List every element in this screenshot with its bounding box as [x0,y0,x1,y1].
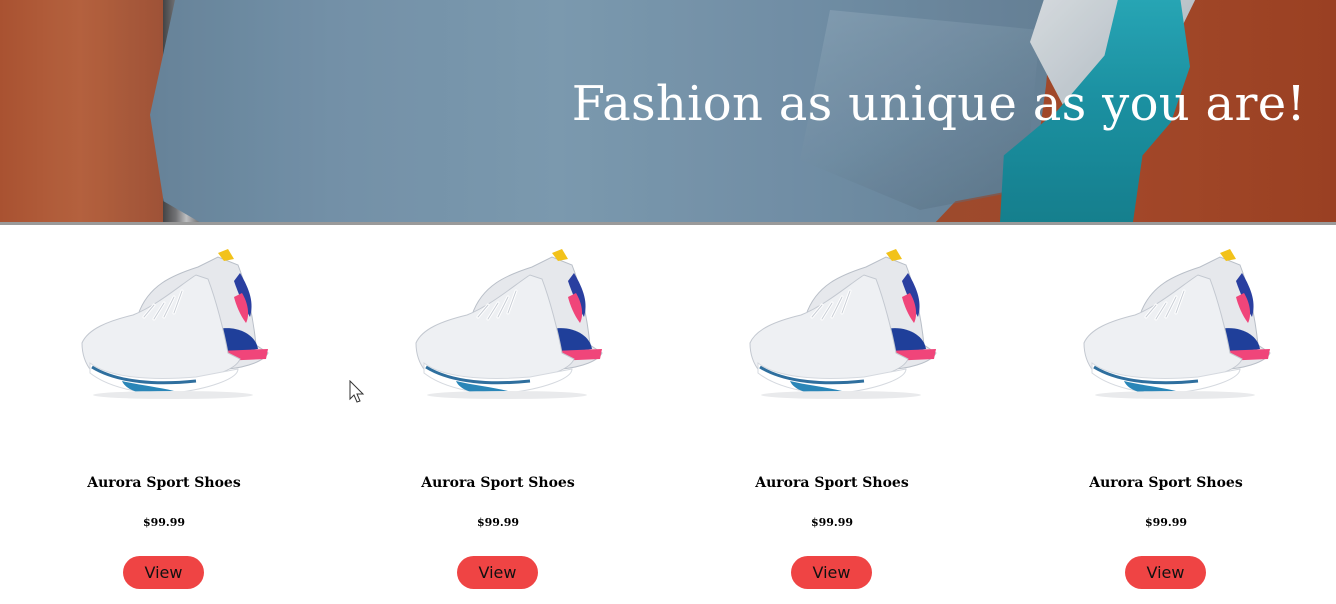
product-grid: Aurora Sport Shoes $99.99 View Aurora Sp… [0,225,1336,604]
view-button[interactable]: View [123,556,204,589]
product-name: Aurora Sport Shoes [755,475,909,491]
product-card: Aurora Sport Shoes $99.99 View [334,225,668,604]
product-card: Aurora Sport Shoes $99.99 View [668,225,1002,604]
view-button[interactable]: View [1125,556,1206,589]
sneaker-image[interactable] [412,245,608,401]
sneaker-image[interactable] [78,245,274,401]
sneaker-image[interactable] [746,245,942,401]
product-price: $99.99 [810,516,854,529]
hero-banner: Fashion as unique as you are! [0,0,1336,222]
hero-title: Fashion as unique as you are! [571,76,1306,132]
mouse-pointer-icon [349,380,365,404]
product-name: Aurora Sport Shoes [87,475,241,491]
view-button[interactable]: View [457,556,538,589]
product-name: Aurora Sport Shoes [1089,475,1243,491]
product-price: $99.99 [1144,516,1188,529]
sneaker-image[interactable] [1080,245,1276,401]
product-name: Aurora Sport Shoes [421,475,575,491]
product-card: Aurora Sport Shoes $99.99 View [1002,225,1336,604]
view-button[interactable]: View [791,556,872,589]
product-price: $99.99 [476,516,520,529]
product-card: Aurora Sport Shoes $99.99 View [0,225,334,604]
product-price: $99.99 [142,516,186,529]
